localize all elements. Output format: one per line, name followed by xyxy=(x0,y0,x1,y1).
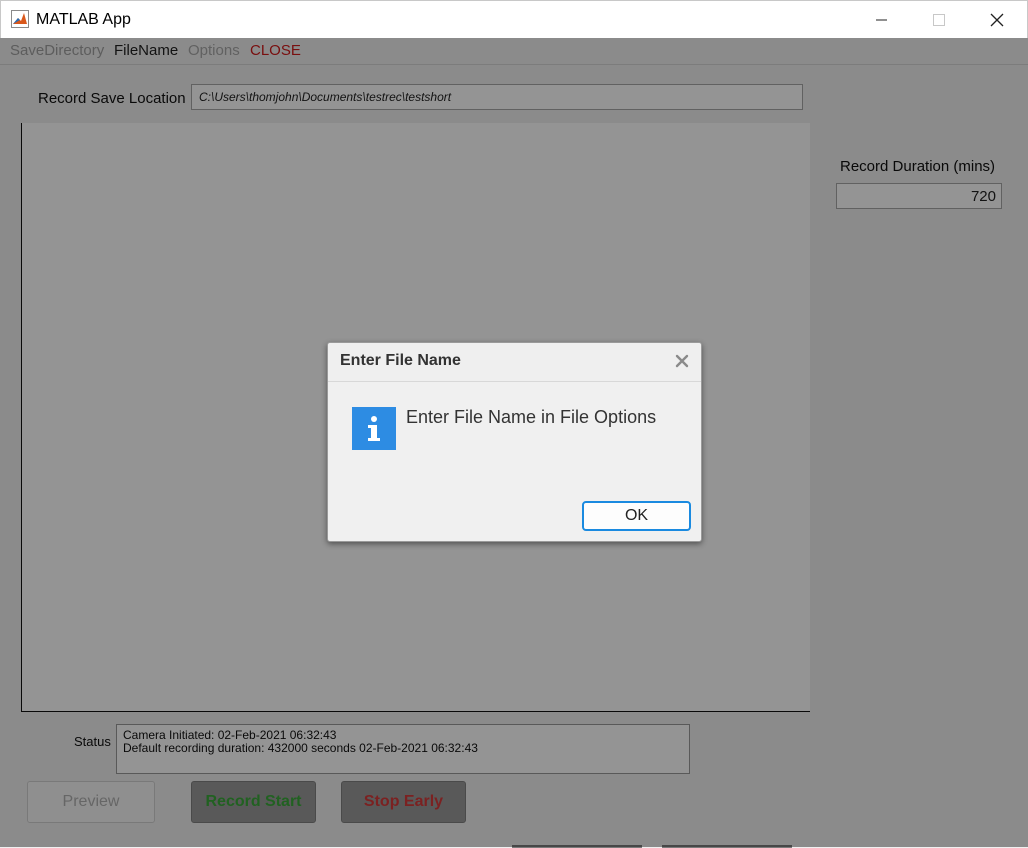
matlab-logo-icon xyxy=(11,10,29,28)
maximize-icon xyxy=(933,13,945,26)
dialog-message: Enter File Name in File Options xyxy=(406,407,657,427)
window-close-button[interactable] xyxy=(968,1,1026,38)
window-title: MATLAB App xyxy=(36,11,131,28)
minimize-button[interactable] xyxy=(853,1,911,38)
maximize-button[interactable] xyxy=(910,1,968,38)
minimize-icon xyxy=(876,19,887,20)
info-icon xyxy=(352,407,396,450)
dialog-header: Enter File Name xyxy=(328,343,701,382)
dialog-close-button[interactable] xyxy=(674,353,690,369)
close-x-icon xyxy=(675,354,689,368)
ok-button[interactable]: OK xyxy=(582,501,691,531)
enter-file-name-dialog: Enter File Name Enter File Name in File … xyxy=(327,342,702,542)
title-bar: MATLAB App xyxy=(0,0,1028,38)
dialog-title: Enter File Name xyxy=(340,352,461,369)
close-icon xyxy=(990,13,1004,26)
